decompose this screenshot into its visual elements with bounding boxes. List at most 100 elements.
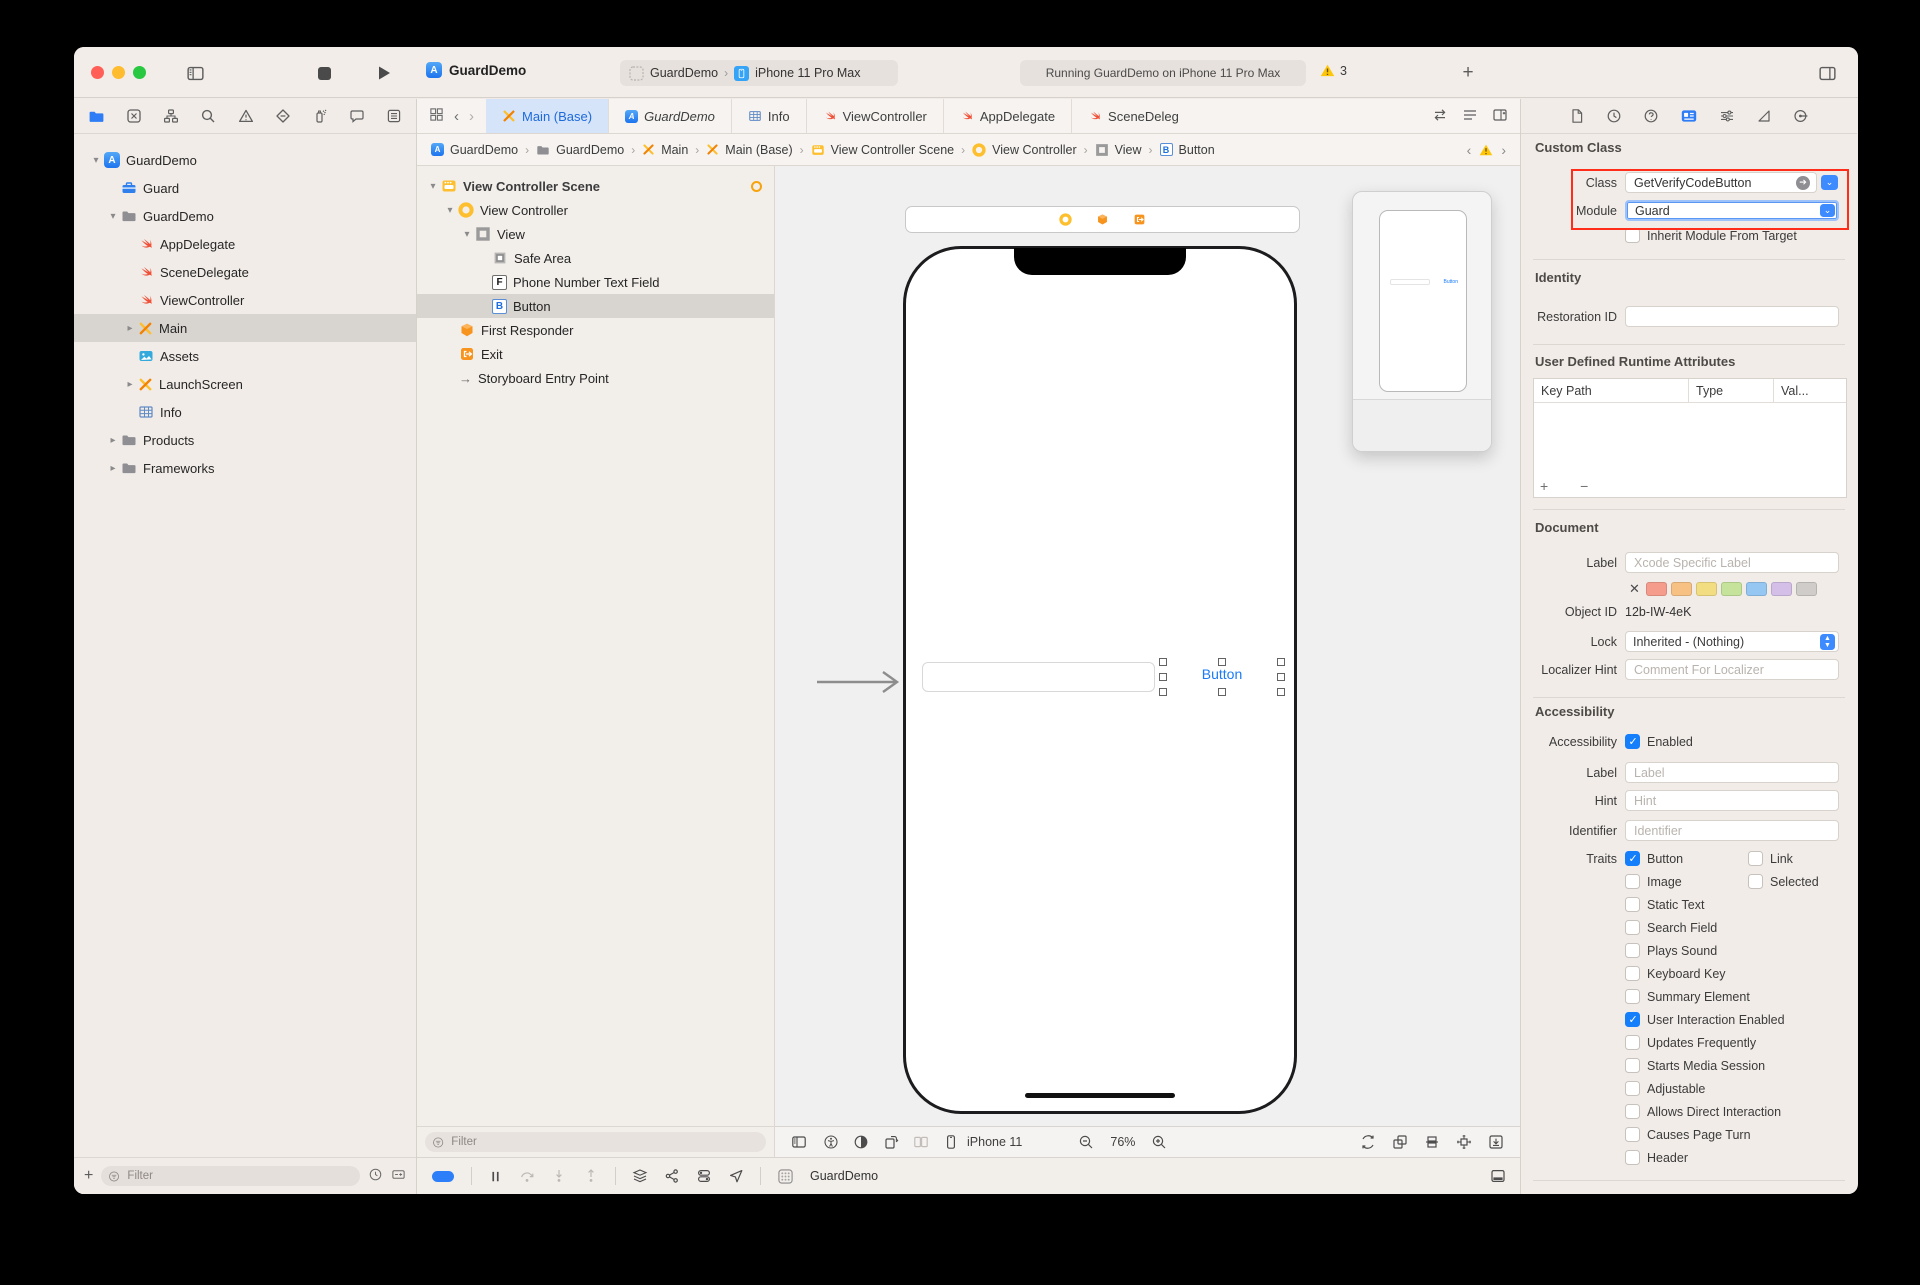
exit-icon[interactable]	[1133, 213, 1146, 226]
trait-image-checkbox[interactable]	[1625, 874, 1640, 889]
outline-item[interactable]: →Storyboard Entry Point	[417, 366, 774, 390]
canvas-minimap[interactable]: Button	[1352, 191, 1492, 452]
tab-info[interactable]: Info	[732, 99, 807, 133]
tree-item-group[interactable]: ▸Products	[74, 426, 416, 454]
no-color-button[interactable]: ✕	[1629, 581, 1640, 597]
zoom-in-icon[interactable]	[1151, 1134, 1167, 1150]
appearance-toggle-icon[interactable]	[853, 1134, 869, 1150]
trait-summary-element-checkbox[interactable]	[1625, 989, 1640, 1004]
issue-navigator-icon[interactable]	[238, 108, 254, 124]
navigator-filter-input[interactable]	[125, 1169, 353, 1183]
tree-item-group[interactable]: ▸Frameworks	[74, 454, 416, 482]
project-navigator-icon[interactable]	[88, 108, 105, 125]
device-icon[interactable]	[943, 1134, 959, 1150]
source-control-filter-icon[interactable]	[391, 1167, 406, 1185]
simulate-location-icon[interactable]	[728, 1168, 744, 1184]
tree-item[interactable]: AppDelegate	[74, 230, 416, 258]
trait-updates-frequently-checkbox[interactable]	[1625, 1035, 1640, 1050]
module-dropdown-button[interactable]: ⌄	[1820, 204, 1835, 217]
test-navigator-icon[interactable]	[275, 108, 291, 124]
document-label-input[interactable]	[1632, 555, 1832, 571]
color-swatch-orange[interactable]	[1671, 582, 1692, 596]
file-inspector-icon[interactable]	[1569, 108, 1585, 124]
connections-inspector-icon[interactable]	[1793, 108, 1809, 124]
tab-main-storyboard[interactable]: Main (Base)	[486, 99, 609, 133]
tree-item[interactable]: Assets	[74, 342, 416, 370]
zoom-level[interactable]: 76%	[1110, 1135, 1135, 1149]
next-issue-button[interactable]: ›	[1501, 142, 1506, 158]
jump-item[interactable]: View Controller	[992, 143, 1077, 157]
add-remove-attribute-buttons[interactable]: + −	[1540, 478, 1602, 494]
trait-plays-sound-checkbox[interactable]	[1625, 943, 1640, 958]
search-icon[interactable]	[200, 108, 216, 124]
trait-direct-interaction-checkbox[interactable]	[1625, 1104, 1640, 1119]
trait-adjustable-checkbox[interactable]	[1625, 1081, 1640, 1096]
trait-link-checkbox[interactable]	[1748, 851, 1763, 866]
add-constraints-icon[interactable]	[1456, 1134, 1472, 1150]
tree-item[interactable]: Info	[74, 398, 416, 426]
tree-item[interactable]: ViewController	[74, 286, 416, 314]
outline-item[interactable]: ▾View Controller	[417, 198, 774, 222]
selection-handle[interactable]	[1218, 688, 1226, 696]
tree-item-selected[interactable]: ▸Main	[74, 314, 416, 342]
previous-issue-button[interactable]: ‹	[1467, 142, 1472, 158]
navigator-filter-field[interactable]	[101, 1166, 360, 1186]
trait-starts-media-checkbox[interactable]	[1625, 1058, 1640, 1073]
trait-static-text-checkbox[interactable]	[1625, 897, 1640, 912]
outline-toggle-icon[interactable]	[791, 1134, 807, 1150]
tree-item-group[interactable]: ▾GuardDemo	[74, 202, 416, 230]
tree-item[interactable]: ▸LaunchScreen	[74, 370, 416, 398]
tree-item-project[interactable]: ▾GuardDemo	[74, 146, 416, 174]
color-swatch-purple[interactable]	[1771, 582, 1792, 596]
class-field[interactable]: ➔	[1625, 172, 1817, 193]
recent-files-filter-icon[interactable]	[368, 1167, 383, 1185]
zoom-out-icon[interactable]	[1078, 1134, 1094, 1150]
jump-item[interactable]: Main (Base)	[725, 143, 792, 157]
trait-user-interaction-checkbox[interactable]	[1625, 1012, 1640, 1027]
tab-scenedelegate[interactable]: SceneDeleg	[1072, 99, 1195, 133]
memory-graph-icon[interactable]	[664, 1168, 680, 1184]
outline-item[interactable]: ▾View	[417, 222, 774, 246]
close-window-button[interactable]	[91, 66, 104, 79]
tree-item[interactable]: SceneDelegate	[74, 258, 416, 286]
restoration-id-input[interactable]	[1632, 309, 1832, 325]
accessibility-label-field[interactable]	[1625, 762, 1839, 783]
accessibility-label-input[interactable]	[1632, 765, 1832, 781]
outline-item[interactable]: Exit	[417, 342, 774, 366]
identity-inspector-icon[interactable]	[1680, 107, 1698, 125]
accessibility-preview-icon[interactable]	[823, 1134, 839, 1150]
add-editor-icon[interactable]	[1492, 107, 1508, 126]
jump-to-class-button[interactable]: ➔	[1796, 176, 1810, 190]
code-review-icon[interactable]	[1432, 107, 1448, 126]
navigator-sidebar-toggle-icon[interactable]	[184, 62, 206, 84]
related-items-icon[interactable]	[429, 107, 444, 125]
outline-filter-input[interactable]	[449, 1135, 759, 1149]
pause-icon[interactable]	[488, 1169, 503, 1184]
localizer-hint-field[interactable]	[1625, 659, 1839, 680]
color-swatch-yellow[interactable]	[1696, 582, 1717, 596]
module-input[interactable]	[1633, 203, 1820, 219]
jump-item[interactable]: Button	[1179, 143, 1215, 157]
embed-icon[interactable]	[1392, 1134, 1408, 1150]
trait-causes-page-turn-checkbox[interactable]	[1625, 1127, 1640, 1142]
accessibility-identifier-input[interactable]	[1632, 823, 1832, 839]
color-swatch-red[interactable]	[1646, 582, 1667, 596]
scene-header-bar[interactable]	[905, 206, 1300, 233]
resolve-autolayout-icon[interactable]	[1488, 1134, 1504, 1150]
runtime-attributes-table[interactable]: Key Path Type Val... + −	[1533, 378, 1847, 498]
size-inspector-icon[interactable]	[1756, 108, 1772, 124]
trait-search-field-checkbox[interactable]	[1625, 920, 1640, 935]
accessibility-hint-input[interactable]	[1632, 793, 1832, 809]
selection-handle[interactable]	[1218, 658, 1226, 666]
source-control-icon[interactable]	[126, 108, 142, 124]
selection-handle[interactable]	[1159, 658, 1167, 666]
scheme-selector[interactable]: GuardDemo › iPhone 11 Pro Max	[620, 60, 898, 86]
localizer-hint-input[interactable]	[1632, 662, 1832, 678]
update-frames-icon[interactable]	[1360, 1134, 1376, 1150]
color-swatch-green[interactable]	[1721, 582, 1742, 596]
color-swatch-gray[interactable]	[1796, 582, 1817, 596]
forward-button[interactable]: ›	[469, 108, 474, 125]
back-button[interactable]: ‹	[454, 108, 459, 125]
inspector-sidebar-toggle-icon[interactable]	[1816, 62, 1838, 84]
selected-button[interactable]: Button	[1185, 666, 1259, 682]
